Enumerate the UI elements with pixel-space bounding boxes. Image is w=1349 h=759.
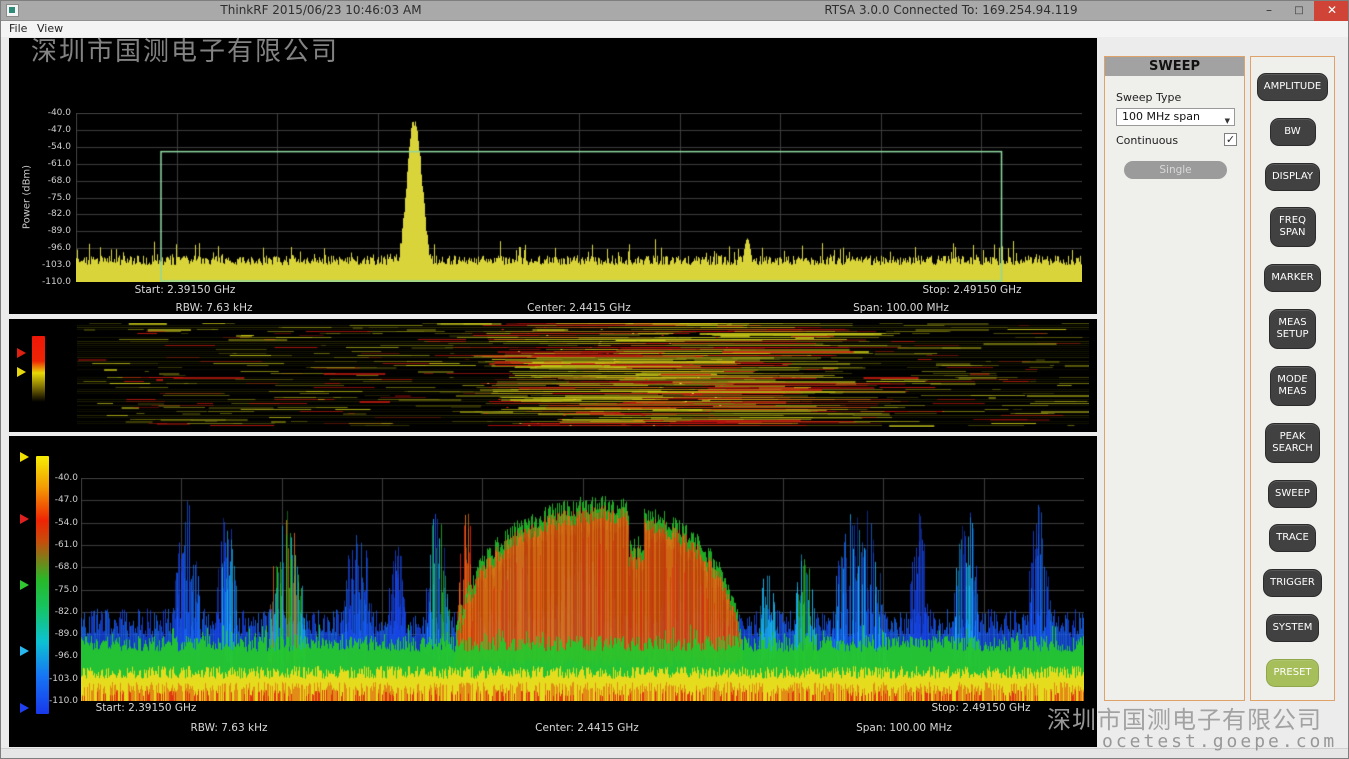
sweep-type-label: Sweep Type (1116, 91, 1181, 104)
side-button-mode-meas[interactable]: MODE MEAS (1270, 366, 1316, 406)
y-tick-label: -40.0 (9, 108, 71, 118)
minimize-button[interactable]: – (1254, 1, 1284, 21)
persistence-canvas (81, 478, 1084, 701)
y-tick-label: -61.0 (9, 540, 78, 550)
side-button-peak-search[interactable]: PEAK SEARCH (1265, 423, 1319, 463)
maximize-button[interactable]: □ (1284, 1, 1314, 21)
side-button-sweep[interactable]: SWEEP (1268, 480, 1317, 508)
y-tick-label: -82.0 (9, 607, 78, 617)
spectrum-panel: Power (dBm) -40.0-47.0-54.0-61.0-68.0-75… (9, 38, 1097, 314)
side-button-system[interactable]: SYSTEM (1266, 614, 1320, 642)
rbw-label: RBW: 7.63 kHz (191, 722, 268, 734)
continuous-checkbox[interactable]: ✓ (1224, 133, 1237, 146)
y-tick-label: -96.0 (9, 651, 78, 661)
rbw-label: RBW: 7.63 kHz (176, 302, 253, 314)
y-tick-label: -54.0 (9, 142, 71, 152)
sweep-panel-title: SWEEP (1105, 57, 1244, 76)
side-button-trigger[interactable]: TRIGGER (1263, 569, 1322, 597)
span-label: Span: 100.00 MHz (856, 722, 952, 734)
waterfall-marker-yellow-icon[interactable] (17, 367, 26, 377)
side-button-amplitude[interactable]: AMPLITUDE (1257, 73, 1328, 101)
y-tick-label: -103.0 (9, 260, 71, 270)
watermark-company: 深圳市国测电子有限公司 (1047, 700, 1322, 735)
waterfall-canvas (77, 323, 1089, 427)
spectrogram-panel (9, 319, 1097, 432)
y-tick-label: -89.0 (9, 629, 78, 639)
menu-file[interactable]: File (9, 22, 27, 35)
watermark-site: ocetest.goepe.com (1102, 731, 1337, 752)
connection-status: RTSA 3.0.0 Connected To: 169.254.94.119 (701, 3, 1201, 17)
continuous-label: Continuous (1116, 134, 1178, 147)
y-tick-label: -75.0 (9, 585, 78, 595)
watermark-top: 深圳市国测电子有限公司 (31, 31, 339, 68)
y-tick-label: -47.0 (9, 125, 71, 135)
title-bar: ThinkRF 2015/06/23 10:46:03 AM RTSA 3.0.… (1, 1, 1348, 21)
stop-freq-label: Stop: 2.49150 GHz (922, 284, 1021, 296)
y-tick-label: -47.0 (9, 495, 78, 505)
single-sweep-button[interactable]: Single (1124, 161, 1227, 179)
start-freq-label: Start: 2.39150 GHz (96, 702, 197, 714)
side-button-preset[interactable]: PRESET (1266, 659, 1318, 687)
y-tick-label: -96.0 (9, 243, 71, 253)
persistence-panel: -40.0 -47.0 -54.0 -61.0 -68.0 -75.0 -82.0 -89.0… (9, 436, 1097, 747)
y-tick-label: -68.0 (9, 176, 71, 186)
close-button[interactable]: ✕ (1314, 1, 1349, 21)
y-tick-label: -103.0 (9, 674, 78, 684)
stop-freq-label: Stop: 2.49150 GHz (931, 702, 1030, 714)
y-tick-label: -110.0 (9, 696, 78, 706)
center-freq-label: Center: 2.4415 GHz (527, 302, 631, 314)
side-button-freq-span[interactable]: FREQ SPAN (1270, 207, 1316, 247)
y-tick-label: -68.0 (9, 562, 78, 572)
side-button-meas-setup[interactable]: MEAS SETUP (1269, 309, 1315, 349)
y-tick-label: -82.0 (9, 209, 71, 219)
y-tick-label: -89.0 (9, 226, 71, 236)
app-icon (6, 4, 19, 17)
start-freq-label: Start: 2.39150 GHz (135, 284, 236, 296)
y-tick-label: -54.0 (9, 518, 78, 528)
waterfall-marker-red-icon[interactable] (17, 348, 26, 358)
side-button-bw[interactable]: BW (1270, 118, 1316, 146)
chevron-down-icon: ▼ (1225, 113, 1230, 129)
waterfall-colorbar (32, 336, 45, 402)
side-button-marker[interactable]: MARKER (1264, 264, 1320, 292)
app-icon-glyph (9, 7, 15, 13)
side-button-panel: AMPLITUDE BW DISPLAY FREQ SPAN MARKER MEAS SE… (1250, 56, 1335, 701)
sweep-type-dropdown[interactable]: 100 MHz span ▼ (1116, 108, 1235, 126)
spectrum-trace-canvas (76, 113, 1082, 282)
window-title: ThinkRF 2015/06/23 10:46:03 AM (81, 3, 561, 17)
y-tick-label: -110.0 (9, 277, 71, 287)
side-button-display[interactable]: DISPLAY (1265, 163, 1320, 191)
span-label: Span: 100.00 MHz (853, 302, 949, 314)
y-tick-label: -61.0 (9, 159, 71, 169)
sweep-type-value: 100 MHz span (1122, 110, 1200, 123)
y-tick-label: -40.0 (9, 473, 78, 483)
side-button-trace[interactable]: TRACE (1269, 524, 1316, 552)
persistence-marker-yellow-icon[interactable] (20, 452, 29, 462)
center-freq-label: Center: 2.4415 GHz (535, 722, 639, 734)
y-tick-label: -75.0 (9, 193, 71, 203)
sweep-settings-panel: SWEEP Sweep Type 100 MHz span ▼ Continuo… (1104, 56, 1245, 701)
app-window: ThinkRF 2015/06/23 10:46:03 AM RTSA 3.0.… (0, 0, 1349, 759)
